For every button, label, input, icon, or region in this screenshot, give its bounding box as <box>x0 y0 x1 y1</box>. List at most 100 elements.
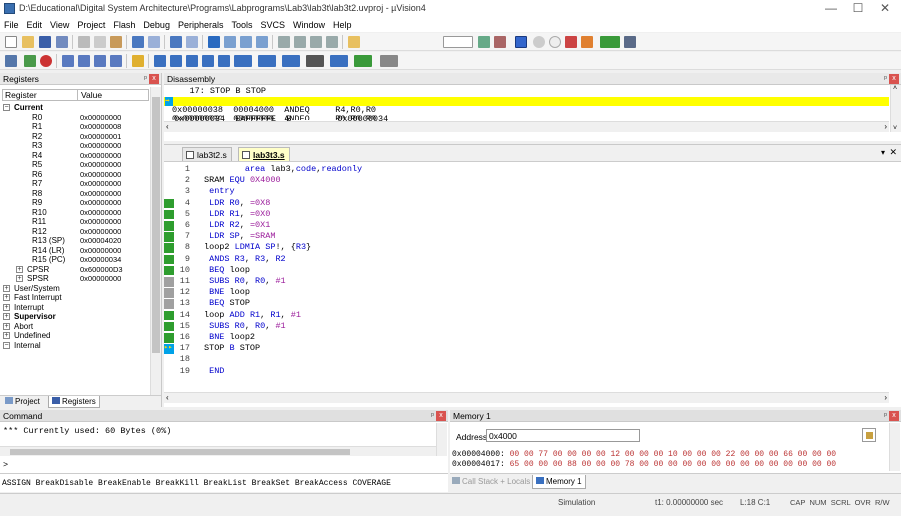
menu-tools[interactable]: Tools <box>227 18 256 32</box>
code-line[interactable]: 6 LDR R2, =0X1 <box>164 220 889 231</box>
expand-icon[interactable]: + <box>3 284 10 292</box>
code-line[interactable]: 10 BEQ loop <box>164 265 889 276</box>
register-row[interactable]: R6 0x00000000 <box>2 170 149 180</box>
redo-icon[interactable] <box>148 36 160 48</box>
expand-icon[interactable]: + <box>3 303 10 311</box>
close-panel-button[interactable]: x <box>889 411 899 421</box>
disassembly-hscrollbar[interactable]: ‹ › <box>164 121 889 132</box>
disassembly-window-icon[interactable] <box>170 55 182 67</box>
undo-icon[interactable] <box>132 36 144 48</box>
code-line[interactable]: ▸▸ 17 STOP B STOP <box>164 343 889 354</box>
menu-edit[interactable]: Edit <box>23 18 47 32</box>
scroll-left-icon[interactable]: ‹ <box>166 393 169 402</box>
stop-icon[interactable] <box>40 55 52 67</box>
expand-icon[interactable]: + <box>3 322 10 330</box>
new-file-icon[interactable] <box>5 36 17 48</box>
bookmark-prev-icon[interactable] <box>224 36 236 48</box>
save-all-icon[interactable] <box>56 36 68 48</box>
expand-icon[interactable]: + <box>3 294 10 301</box>
register-row[interactable]: R15 (PC) 0x00000034 <box>2 255 149 265</box>
command-window-icon[interactable] <box>154 55 166 67</box>
bookmark-next-icon[interactable] <box>240 36 252 48</box>
tab-memory-1[interactable]: Memory 1 <box>532 475 586 489</box>
menu-file[interactable]: File <box>0 18 23 32</box>
close-button[interactable]: ✕ <box>872 1 898 17</box>
registers-scrollbar[interactable] <box>150 87 161 395</box>
open-folder-icon[interactable] <box>22 36 34 48</box>
step-out-icon[interactable] <box>94 55 106 67</box>
code-line[interactable]: 11 SUBS R0, R0, #1 <box>164 276 889 287</box>
reset-cpu-icon[interactable] <box>5 55 17 67</box>
scrollbar-thumb[interactable] <box>10 449 350 455</box>
pin-icon[interactable]: ᵖ <box>431 410 434 422</box>
save-icon[interactable] <box>39 36 51 48</box>
step-into-icon[interactable] <box>62 55 74 67</box>
kill-breakpoints-icon[interactable] <box>565 36 577 48</box>
register-row[interactable]: + SPSR 0x00000000 <box>2 274 149 284</box>
expand-icon[interactable]: + <box>3 332 10 339</box>
menu-peripherals[interactable]: Peripherals <box>174 18 228 32</box>
code-line[interactable]: 8 loop2 LDMIA SP!, {R3} <box>164 243 889 253</box>
register-group-mode[interactable]: + Interrupt <box>2 303 149 313</box>
register-row[interactable]: R7 0x00000000 <box>2 179 149 189</box>
minimize-button[interactable]: — <box>818 1 844 17</box>
pin-icon[interactable]: ᵖ <box>884 73 887 85</box>
memory-row[interactable]: 0x00004017: 65 00 00 00 88 00 00 00 78 0… <box>452 460 836 469</box>
serial-windows-icon[interactable] <box>282 55 300 67</box>
call-stack-window-icon[interactable] <box>218 55 230 67</box>
register-row[interactable]: R4 0x00000000 <box>2 151 149 161</box>
nav-back-icon[interactable] <box>170 36 182 48</box>
disassembly-source-line[interactable]: 17: STOP B STOP <box>164 87 889 96</box>
register-row[interactable]: R5 0x00000000 <box>2 160 149 170</box>
memory-row[interactable]: 0x00004000: 00 00 77 00 00 00 00 12 00 0… <box>452 450 836 459</box>
scrollbar-thumb[interactable] <box>152 97 160 353</box>
menu-project[interactable]: Project <box>73 18 109 32</box>
collapse-icon[interactable]: − <box>3 341 10 349</box>
disassembly-line[interactable]: 0x00000038 00004000 ANDEQ R4,R0,R0 <box>172 106 897 115</box>
show-next-statement-icon[interactable] <box>132 55 144 67</box>
menu-window[interactable]: Window <box>289 18 329 32</box>
column-header-value[interactable]: Value <box>77 90 102 101</box>
find-in-files-icon[interactable] <box>348 36 360 48</box>
indent-icon[interactable] <box>278 36 290 48</box>
register-group-mode[interactable]: + User/System <box>2 284 149 294</box>
code-line[interactable]: 2 SRAM EQU 0X4000 <box>164 175 889 186</box>
copy-icon[interactable] <box>94 36 106 48</box>
bookmark-icon[interactable] <box>208 36 220 48</box>
tab-call-stack[interactable]: Call Stack + Locals <box>452 477 530 486</box>
disassembly-vscrollbar[interactable]: ˄ ˅ <box>890 85 901 132</box>
system-viewer-icon[interactable] <box>354 55 372 67</box>
code-line[interactable]: 18 <box>164 355 889 365</box>
register-row[interactable]: R10 0x00000000 <box>2 208 149 218</box>
memory-windows-icon[interactable] <box>258 55 276 67</box>
code-line[interactable]: 13 BEQ STOP <box>164 299 889 309</box>
run-icon[interactable] <box>24 55 36 67</box>
window-layout-icon[interactable] <box>600 36 620 48</box>
nav-forward-icon[interactable] <box>186 36 198 48</box>
pin-icon[interactable]: ᵖ <box>884 410 887 422</box>
register-row[interactable]: R11 0x00000000 <box>2 217 149 227</box>
menu-help[interactable]: Help <box>329 18 356 32</box>
register-row[interactable]: R13 (SP) 0x00004020 <box>2 236 149 246</box>
register-group-mode[interactable]: + Supervisor <box>2 312 149 322</box>
register-group-mode[interactable]: + Abort <box>2 322 149 332</box>
memory-vscrollbar[interactable] <box>889 423 900 471</box>
code-line[interactable]: 1 area lab3,code,readonly <box>164 164 889 175</box>
close-panel-button[interactable]: x <box>436 411 446 421</box>
watch-windows-icon[interactable] <box>234 55 252 67</box>
register-row[interactable]: R3 0x00000000 <box>2 141 149 151</box>
register-row[interactable]: R12 0x00000000 <box>2 227 149 237</box>
lock-icon[interactable] <box>862 428 876 442</box>
editor-hscrollbar[interactable]: ‹ › <box>164 392 889 403</box>
register-row[interactable]: R14 (LR) 0x00000000 <box>2 246 149 256</box>
disassembly-line[interactable]: 0x0000003C 00000000 ANDEQ R0,R0,R0 <box>172 115 897 120</box>
tab-list-dropdown-icon[interactable]: ▾ <box>881 148 885 157</box>
code-line[interactable]: 19 END <box>164 366 889 377</box>
register-group-mode[interactable]: + Fast Interrupt <box>2 293 149 303</box>
tab-project[interactable]: Project <box>2 396 43 408</box>
register-group-current[interactable]: − Current <box>2 103 149 113</box>
uncomment-icon[interactable] <box>326 36 338 48</box>
code-line[interactable]: 12 BNE loop <box>164 287 889 298</box>
symbols-window-icon[interactable] <box>186 55 198 67</box>
scroll-right-icon[interactable]: › <box>884 122 887 131</box>
